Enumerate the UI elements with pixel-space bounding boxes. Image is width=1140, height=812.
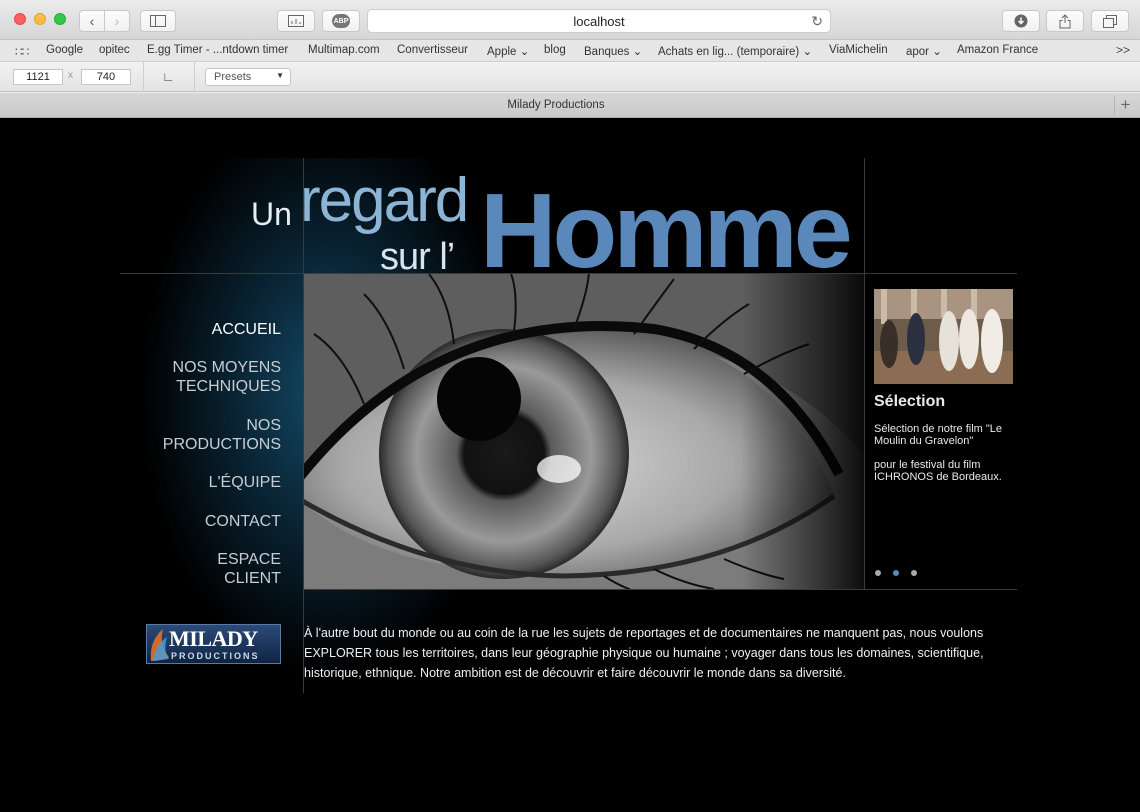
nav-equipe[interactable]: L'ÉQUIPE [209, 473, 281, 492]
presets-label: Presets [214, 71, 252, 83]
nav-label: CONTACT [204, 513, 281, 530]
nav-label: CLIENT [224, 570, 281, 587]
nav-moyens-techniques[interactable]: NOS MOYENS TECHNIQUES [173, 358, 281, 396]
title-word-sur: sur l’ [380, 236, 455, 278]
bookmark-label: apor [906, 46, 930, 58]
reload-icon[interactable]: ↻ [811, 13, 823, 30]
viewport-width-field[interactable]: 1121 [13, 69, 63, 85]
bookmark-label: Banques [584, 46, 630, 58]
title-word-regard: regard [300, 166, 469, 235]
milady-productions-logo[interactable]: MILADY PRODUCTIONS [146, 624, 281, 664]
nav-label: ESPACE [217, 551, 281, 568]
leaf-logo-icon [150, 629, 169, 661]
sidebar-toggle-button[interactable] [140, 10, 176, 32]
rotate-viewport-icon[interactable]: ∟ [162, 69, 175, 84]
bookmark-label: Achats en lig... (temporaire) [658, 46, 800, 58]
selection-film-thumbnail[interactable] [874, 289, 1013, 384]
caret-down-icon: ▼ [276, 71, 284, 80]
nav-label: NOS MOYENS [172, 359, 281, 376]
bookmark-label: Apple [487, 46, 517, 58]
nav-label: TECHNIQUES [176, 378, 281, 395]
share-icon [1059, 13, 1071, 28]
bookmark-apor[interactable]: apor ⌄ [906, 44, 942, 58]
close-window-button[interactable] [14, 13, 26, 25]
viewport-height-field[interactable]: 740 [81, 69, 131, 85]
chevron-down-icon: ⌄ [802, 46, 813, 58]
tab-overview-button[interactable] [1091, 10, 1129, 32]
address-bar[interactable]: localhost ↻ [367, 9, 831, 33]
more-bookmarks-button[interactable]: >> [1116, 43, 1130, 57]
carousel-dot[interactable] [911, 570, 917, 576]
nav-label: NOS [246, 417, 281, 434]
carousel-dot-active[interactable] [893, 570, 899, 576]
film-still-image [874, 289, 1013, 384]
divider [143, 62, 144, 92]
adblock-button[interactable]: ABP [322, 10, 360, 32]
browser-chrome: ‹ › ABP localhost ↻ ∷∷ Google opitec E.g… [0, 0, 1140, 118]
tabs-icon [1103, 14, 1117, 28]
chevron-down-icon: ⌄ [632, 46, 643, 58]
downloads-button[interactable] [1002, 10, 1040, 32]
bookmark-blog[interactable]: blog [544, 44, 566, 56]
divider [304, 589, 1017, 590]
nav-productions[interactable]: NOS PRODUCTIONS [163, 416, 281, 454]
hero-eye-image [304, 274, 864, 589]
chart-icon [288, 15, 304, 27]
bookmark-viamichelin[interactable]: ViaMichelin [829, 44, 888, 56]
presets-dropdown[interactable]: Presets ▼ [205, 68, 291, 86]
responsive-design-bar: 1121 x 740 ∟ Presets ▼ [0, 62, 1140, 92]
bookmark-convertisseur[interactable]: Convertisseur [397, 44, 468, 56]
bookmarks-bar: ∷∷ Google opitec E.gg Timer - ...ntdown … [0, 40, 1140, 62]
tab-milady-productions[interactable]: Milady Productions [0, 99, 1112, 111]
chevron-down-icon: ⌄ [519, 46, 530, 58]
sidebar-icon [150, 15, 166, 27]
nav-label: L'ÉQUIPE [208, 474, 281, 491]
web-page: Un regard sur l’ Homme ACCUEIL NOS MOYEN… [0, 118, 1140, 812]
selection-title: Sélection [874, 393, 946, 410]
browser-toolbar: ‹ › ABP localhost ↻ [0, 0, 1140, 40]
nav-label: ACCUEIL [211, 321, 281, 338]
adblock-icon: ABP [332, 14, 350, 28]
bookmark-achats[interactable]: Achats en lig... (temporaire) ⌄ [658, 44, 812, 58]
show-all-tabs-button[interactable] [277, 10, 315, 32]
nav-label: PRODUCTIONS [162, 436, 281, 453]
download-icon [1014, 14, 1028, 28]
chevron-right-icon: › [114, 13, 120, 29]
forward-button[interactable]: › [104, 10, 130, 32]
nav-espace-client[interactable]: ESPACE CLIENT [217, 550, 281, 588]
title-word-homme: Homme [480, 172, 853, 290]
bookmark-egg-timer[interactable]: E.gg Timer - ...ntdown timer [147, 44, 288, 56]
logo-text: MILADY [169, 626, 258, 651]
bookmark-banques[interactable]: Banques ⌄ [584, 44, 642, 58]
logo-subtext: PRODUCTIONS [171, 651, 260, 661]
intro-paragraph: À l'autre bout du monde ou au coin de la… [304, 626, 984, 680]
bookmark-multimap[interactable]: Multimap.com [308, 44, 380, 56]
bookmark-opitec[interactable]: opitec [99, 44, 130, 56]
plus-icon: + [1120, 95, 1131, 114]
divider [864, 158, 865, 589]
nav-accueil[interactable]: ACCUEIL [212, 320, 281, 339]
minimize-window-button[interactable] [34, 13, 46, 25]
nav-contact[interactable]: CONTACT [205, 512, 281, 531]
divider [194, 62, 195, 92]
new-tab-button[interactable]: + [1114, 95, 1136, 115]
tab-bar: Milady Productions + [0, 93, 1140, 118]
chevron-down-icon: ⌄ [932, 46, 942, 58]
title-word-un: Un [251, 196, 292, 232]
eye-illustration [304, 274, 864, 589]
bookmark-google[interactable]: Google [46, 44, 83, 56]
chevron-left-icon: ‹ [89, 13, 95, 29]
dimension-separator: x [68, 70, 73, 81]
bookmark-amazon[interactable]: Amazon France [957, 44, 1038, 56]
share-button[interactable] [1046, 10, 1084, 32]
address-text: localhost [573, 14, 625, 29]
selection-description: Sélection de notre film "Le Moulin du Gr… [874, 423, 1003, 447]
selection-description: pour le festival du film ICHRONOS de Bor… [874, 459, 1002, 483]
back-button[interactable]: ‹ [79, 10, 105, 32]
maximize-window-button[interactable] [54, 13, 66, 25]
grid-icon[interactable]: ∷∷ [15, 45, 29, 59]
carousel-dot[interactable] [875, 570, 881, 576]
bookmark-apple[interactable]: Apple ⌄ [487, 44, 529, 58]
